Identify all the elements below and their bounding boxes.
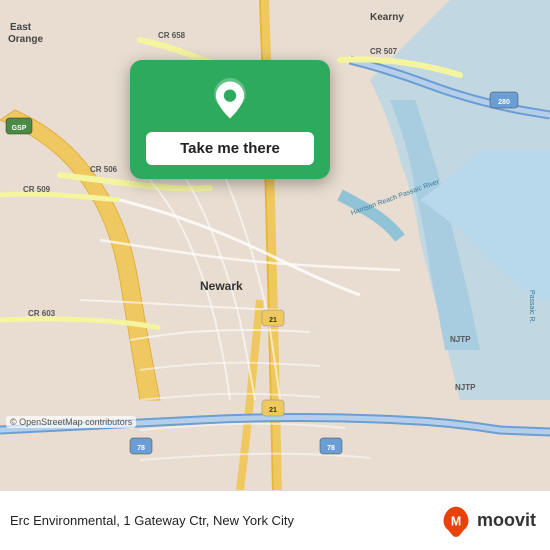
svg-text:78: 78 [137,445,145,452]
svg-text:NJTP: NJTP [455,383,476,392]
svg-text:Passaic R.: Passaic R. [528,290,535,324]
location-label: Erc Environmental, 1 Gateway Ctr, New Yo… [10,513,440,528]
moovit-label: moovit [477,510,536,531]
take-me-there-button[interactable]: Take me there [146,132,314,165]
popup-card: Take me there [130,60,330,179]
osm-attribution: © OpenStreetMap contributors [6,416,136,428]
bottom-bar: Erc Environmental, 1 Gateway Ctr, New Yo… [0,490,550,550]
svg-text:280: 280 [498,99,510,106]
location-pin-icon [208,78,252,122]
svg-text:NJTP: NJTP [450,335,471,344]
svg-text:Orange: Orange [8,34,43,45]
svg-text:Kearny: Kearny [370,12,404,23]
svg-text:GSP: GSP [12,125,27,132]
svg-text:East: East [10,22,32,33]
svg-text:78: 78 [327,445,335,452]
svg-text:21: 21 [269,407,277,414]
svg-text:M: M [451,514,461,528]
svg-text:CR 507: CR 507 [370,47,398,56]
svg-text:CR 603: CR 603 [28,309,56,318]
svg-text:CR 509: CR 509 [23,185,51,194]
svg-text:CR 506: CR 506 [90,165,118,174]
svg-text:Newark: Newark [200,279,243,293]
moovit-logo-icon: M [440,505,472,537]
map-container: 21 21 21 78 78 280 GSP CR 658 CR 506 CR … [0,0,550,490]
svg-text:21: 21 [269,317,277,324]
moovit-logo: M moovit [440,505,536,537]
svg-text:CR 658: CR 658 [158,31,186,40]
